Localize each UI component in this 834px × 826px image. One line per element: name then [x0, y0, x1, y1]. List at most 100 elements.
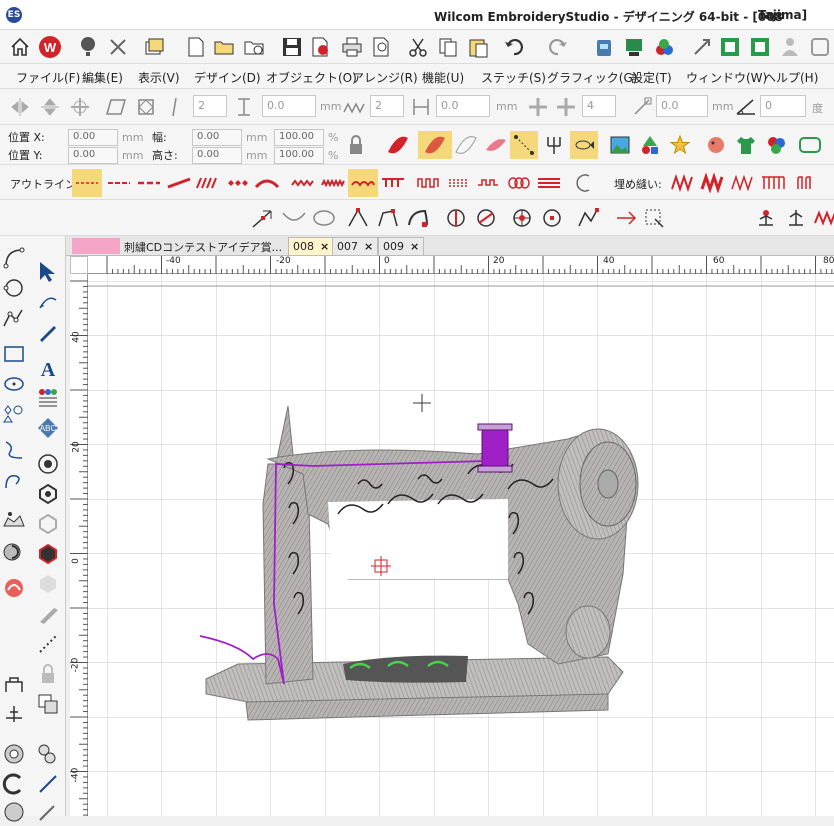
spin-input-1[interactable]: 2 — [193, 95, 227, 117]
person-icon[interactable] — [776, 33, 804, 61]
outline-zigzag-icon[interactable] — [288, 169, 318, 197]
hexagon-light-icon[interactable] — [34, 510, 62, 538]
shapes-icon[interactable] — [636, 131, 664, 159]
fill-wave-icon[interactable] — [792, 169, 822, 197]
team-names-icon[interactable] — [34, 384, 62, 412]
export-icon[interactable] — [307, 33, 335, 61]
ruler-horizontal[interactable]: -40 -20 0 20 40 60 80 — [88, 256, 834, 274]
reshape-curve-icon[interactable] — [280, 204, 308, 232]
tab-008[interactable]: 008 × — [288, 237, 335, 255]
needle-icon[interactable] — [34, 770, 62, 798]
tab-009[interactable]: 009 × — [378, 237, 425, 255]
pos-y-field[interactable]: 0.00 — [68, 147, 118, 164]
ruler-corner[interactable] — [70, 256, 88, 274]
outline-e-stitch-icon[interactable] — [414, 169, 444, 197]
knife-tool-icon[interactable] — [34, 600, 62, 628]
fill-satin-icon[interactable] — [698, 169, 728, 197]
digitize-run-icon[interactable] — [510, 131, 538, 159]
hexagon-red-icon[interactable] — [34, 540, 62, 568]
outline-bead-icon[interactable] — [222, 169, 252, 197]
color-thread-icon[interactable] — [650, 33, 678, 61]
leaf-outline-icon[interactable] — [452, 131, 480, 159]
mirror-both-icon[interactable] — [66, 93, 94, 121]
home-icon[interactable] — [6, 33, 34, 61]
tatami-stitch-icon[interactable] — [418, 131, 452, 159]
print-icon[interactable] — [338, 33, 366, 61]
slant-icon[interactable] — [162, 93, 190, 121]
spin-input-7[interactable]: 0 — [760, 95, 806, 117]
spin-input-2[interactable]: 0.0 — [262, 95, 316, 117]
align-plus-icon[interactable] — [552, 93, 580, 121]
pos-x-field[interactable]: 0.00 — [68, 129, 118, 146]
fish-icon[interactable] — [570, 131, 598, 159]
density-icon[interactable] — [407, 93, 435, 121]
tab-close-icon[interactable]: × — [320, 240, 329, 253]
rectangle-tool-icon[interactable] — [0, 340, 28, 368]
upload-machine-icon[interactable] — [590, 33, 618, 61]
hexagon-faded-icon[interactable] — [34, 570, 62, 598]
travel-icon[interactable] — [688, 33, 716, 61]
layers-icon[interactable] — [34, 690, 62, 718]
tab-close-icon[interactable]: × — [410, 240, 419, 253]
pen-icon[interactable] — [34, 798, 62, 826]
appliqué-red-icon[interactable] — [0, 574, 28, 602]
stitch-angle-alt-icon[interactable] — [472, 204, 500, 232]
print-preview-icon[interactable] — [368, 33, 396, 61]
width-field[interactable]: 0.00 — [192, 129, 242, 146]
applique-circle-icon[interactable] — [0, 740, 28, 768]
freehand-tool-icon[interactable] — [0, 466, 28, 494]
ruler-vertical[interactable]: 40 20 0 -20 -40 — [70, 274, 88, 816]
picture-icon[interactable] — [606, 131, 634, 159]
open-folder-icon[interactable] — [210, 33, 238, 61]
leaf-fill-icon[interactable] — [482, 131, 510, 159]
outline-chain-icon[interactable] — [504, 169, 534, 197]
scale-height-field[interactable]: 100.00 — [274, 147, 324, 164]
run-stitch-tool-icon[interactable] — [0, 436, 28, 464]
outline-blanket-icon[interactable] — [378, 169, 408, 197]
star-icon[interactable] — [666, 131, 694, 159]
menu-help[interactable]: ヘルプ(H) — [764, 69, 818, 86]
spin-input-6[interactable]: 0.0 — [656, 95, 708, 117]
menu-settings[interactable]: 設定(T) — [631, 69, 672, 86]
radial-fill-icon[interactable] — [508, 204, 536, 232]
pencil-tool-icon[interactable] — [34, 318, 62, 346]
outline-stemstitch-icon[interactable] — [164, 169, 194, 197]
reshape-triangle-icon[interactable] — [344, 204, 372, 232]
redo-icon[interactable] — [544, 33, 572, 61]
menu-view[interactable]: 表示(V) — [138, 69, 180, 86]
auto-fabric-icon[interactable] — [0, 506, 28, 534]
cut-icon[interactable] — [404, 33, 432, 61]
undo-icon[interactable] — [500, 33, 528, 61]
menu-functions[interactable]: 機能(U) — [422, 69, 464, 86]
curve-sharp-icon[interactable] — [570, 169, 598, 197]
digitize-peak-icon[interactable] — [0, 304, 28, 332]
copy-icon[interactable] — [434, 33, 462, 61]
outline-dotted-icon[interactable] — [444, 169, 474, 197]
mirror-vertical-icon[interactable] — [36, 93, 64, 121]
spin-input-4[interactable]: 0.0 — [436, 95, 490, 117]
applique-icon[interactable] — [0, 538, 28, 566]
app-logo-icon[interactable]: ES — [6, 6, 22, 23]
pattern-icon[interactable] — [340, 93, 368, 121]
rotate-frame-icon[interactable] — [132, 93, 160, 121]
color-palette-icon[interactable] — [762, 131, 790, 159]
circle-c-icon[interactable] — [0, 770, 28, 798]
save-icon[interactable] — [278, 33, 306, 61]
target-icon[interactable] — [34, 450, 62, 478]
sequin-icon[interactable] — [34, 740, 62, 768]
send-machine-icon[interactable] — [620, 33, 648, 61]
outline-wave-icon[interactable] — [348, 169, 378, 197]
branching-icon[interactable] — [752, 204, 780, 232]
stitch-angle-icon[interactable] — [442, 204, 470, 232]
wilcom-logo-icon[interactable]: W — [36, 33, 64, 61]
menu-stitch[interactable]: ステッチ(S) — [481, 69, 546, 86]
reshape-ellipse-icon[interactable] — [310, 204, 338, 232]
outline-zigzag-dense-icon[interactable] — [318, 169, 348, 197]
shapes-tool-icon[interactable] — [0, 400, 28, 428]
hot-air-balloon-icon[interactable] — [74, 33, 102, 61]
ellipse-tool-icon[interactable] — [0, 370, 28, 398]
monogram-icon[interactable]: ABC — [34, 414, 62, 442]
skew-icon[interactable] — [102, 93, 130, 121]
menu-file[interactable]: ファイル(F) — [16, 69, 80, 86]
fork-icon[interactable] — [540, 131, 568, 159]
